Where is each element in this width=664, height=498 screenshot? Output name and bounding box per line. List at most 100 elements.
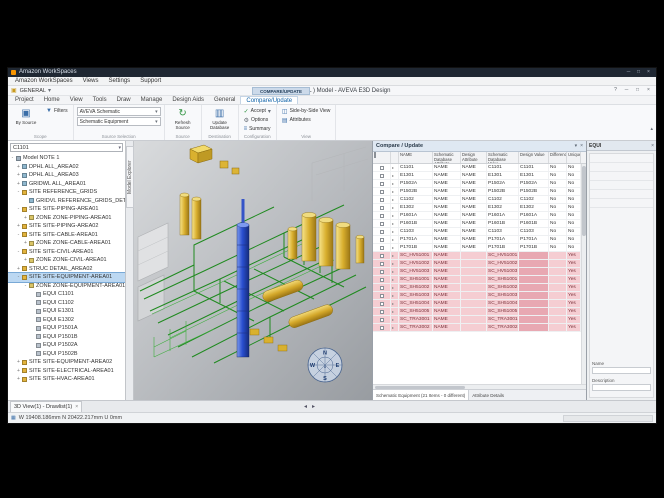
close-icon[interactable]: × bbox=[580, 143, 583, 149]
tree-item[interactable]: - ZONE ZONE-EQUIPMENT-AREA01 bbox=[8, 282, 125, 291]
row-expander-icon[interactable]: ▸ bbox=[391, 268, 399, 275]
accept-button[interactable]: ✓ Accept ▾ bbox=[242, 107, 273, 115]
tree-expand-toggle[interactable]: + bbox=[15, 181, 22, 187]
scroll-right-icon[interactable]: ▸ bbox=[312, 403, 315, 410]
ribbon-tab[interactable]: Manage bbox=[136, 96, 168, 104]
tree-item[interactable]: EQUI P1501A bbox=[8, 324, 125, 333]
row-expander-icon[interactable]: ▸ bbox=[391, 212, 399, 219]
row-expander-icon[interactable]: ▸ bbox=[391, 220, 399, 227]
compare-row[interactable]: ▸ C1103 NAME NAME C1103 C1103 No No bbox=[373, 228, 586, 236]
view-compass[interactable]: N S W E U bbox=[308, 348, 342, 382]
tree-item[interactable]: + SITE SITE-PIPING-AREA02 bbox=[8, 222, 125, 231]
column-header-unique[interactable]: Unique bbox=[567, 152, 581, 163]
tree-expand-toggle[interactable]: + bbox=[15, 223, 22, 229]
refresh-source-button[interactable]: ↻ Refresh Source bbox=[168, 107, 198, 130]
row-expander-icon[interactable]: ▸ bbox=[391, 244, 399, 251]
summary-button[interactable]: ≡ Summary bbox=[242, 125, 273, 133]
accept-all-checkbox[interactable] bbox=[374, 152, 376, 158]
compare-row[interactable]: ▸ P1601A NAME NAME P1601A P1601A No No bbox=[373, 212, 586, 220]
column-header-icon[interactable] bbox=[391, 152, 399, 163]
accept-checkbox[interactable] bbox=[380, 318, 384, 322]
accept-checkbox[interactable] bbox=[380, 182, 384, 186]
close-icon[interactable]: × bbox=[644, 68, 653, 77]
scrollbar-thumb[interactable] bbox=[582, 166, 586, 236]
tree-item[interactable]: + DPHL ALL_AREA02 bbox=[8, 163, 125, 172]
tree-item[interactable]: + STRUC DETAIL_AREA02 bbox=[8, 265, 125, 274]
row-expander-icon[interactable]: ▸ bbox=[391, 252, 399, 259]
compare-row[interactable]: ▸ E1301 NAME NAME E1301 E1301 No No bbox=[373, 172, 586, 180]
tree-item[interactable]: + SITE SITE-HVAC-AREA01 bbox=[8, 375, 125, 384]
tree-item[interactable]: - Model NOTE 1 bbox=[8, 154, 125, 163]
source-element-dropdown[interactable]: Schematic Equipment ▾ bbox=[77, 117, 161, 126]
compare-row[interactable]: ▸ E1302 NAME NAME E1302 E1302 No No bbox=[373, 204, 586, 212]
ribbon-tab[interactable]: General bbox=[209, 96, 240, 104]
field-input[interactable] bbox=[592, 367, 651, 374]
accept-checkbox[interactable] bbox=[380, 190, 384, 194]
search-input[interactable] bbox=[11, 145, 118, 151]
compare-row[interactable]: ▸ SC_HV51001 NAME SC_HV51001 Yes bbox=[373, 252, 586, 260]
scrollbar-thumb[interactable] bbox=[375, 386, 465, 389]
ribbon-tab[interactable]: Compare/Update bbox=[240, 96, 298, 104]
ribbon-tab[interactable]: Draw bbox=[112, 96, 136, 104]
menu-item[interactable]: Settings bbox=[104, 77, 136, 86]
tree-expand-toggle[interactable]: - bbox=[15, 206, 22, 212]
compare-row[interactable]: ▸ P1601B NAME NAME P1601B P1601B No No bbox=[373, 220, 586, 228]
column-header-design-attr[interactable]: Design Attribute bbox=[461, 152, 487, 163]
accept-checkbox[interactable] bbox=[380, 214, 384, 218]
row-expander-icon[interactable]: ▸ bbox=[391, 300, 399, 307]
accept-checkbox[interactable] bbox=[380, 198, 384, 202]
help-icon[interactable]: ? bbox=[611, 86, 620, 95]
row-expander-icon[interactable]: ▸ bbox=[391, 188, 399, 195]
tree-expand-toggle[interactable]: + bbox=[15, 164, 22, 170]
tree-expand-toggle[interactable]: - bbox=[15, 189, 22, 195]
accept-checkbox[interactable] bbox=[380, 286, 384, 290]
compare-row[interactable]: ▸ P1502A NAME NAME P1502A P1502A No No bbox=[373, 180, 586, 188]
compare-row[interactable]: ▸ SC_SH51004 NAME SC_SH51004 Yes bbox=[373, 300, 586, 308]
menu-item[interactable]: Amazon WorkSpaces bbox=[10, 77, 78, 86]
row-expander-icon[interactable]: ▸ bbox=[391, 308, 399, 315]
accept-checkbox[interactable] bbox=[380, 254, 384, 258]
tree-item[interactable]: - SITE REFERENCE_GRIDS bbox=[8, 188, 125, 197]
menu-item[interactable]: Support bbox=[135, 77, 166, 86]
tree-item[interactable]: + SITE SITE-ELECTRICAL-AREA01 bbox=[8, 367, 125, 376]
row-expander-icon[interactable]: ▸ bbox=[391, 284, 399, 291]
tree-item[interactable]: - SITE SITE-CIVIL-AREA01 bbox=[8, 248, 125, 257]
tree-item[interactable]: + SITE SITE-EQUIPMENT-AREA02 bbox=[8, 358, 125, 367]
compare-row[interactable]: ▸ SC_SH51003 NAME SC_SH51003 Yes bbox=[373, 292, 586, 300]
close-icon[interactable]: × bbox=[651, 143, 654, 149]
row-expander-icon[interactable]: ▸ bbox=[391, 180, 399, 187]
tree-item[interactable]: + ZONE ZONE-PIPING-AREA01 bbox=[8, 214, 125, 223]
ribbon-tab[interactable]: Tools bbox=[88, 96, 112, 104]
accept-checkbox[interactable] bbox=[380, 230, 384, 234]
tree-item[interactable]: EQUI E1302 bbox=[8, 316, 125, 325]
menu-item[interactable]: Views bbox=[78, 77, 104, 86]
quick-access-dropdown[interactable]: GENERAL ▾ bbox=[20, 86, 51, 96]
scroll-left-icon[interactable]: ◂ bbox=[304, 403, 307, 410]
row-expander-icon[interactable]: ▸ bbox=[391, 324, 399, 331]
tree-expand-toggle[interactable]: - bbox=[15, 274, 22, 280]
ribbon-tab[interactable]: Design Aids bbox=[167, 96, 209, 104]
accept-checkbox[interactable] bbox=[380, 278, 384, 282]
compare-row[interactable]: ▸ SC_TRA3002 NAME SC_TRA3002 Yes bbox=[373, 324, 586, 332]
maximize-icon[interactable]: □ bbox=[634, 68, 643, 77]
tree-expand-toggle[interactable]: + bbox=[22, 240, 29, 246]
minimize-icon[interactable]: ─ bbox=[624, 68, 633, 77]
tree-expand-toggle[interactable]: + bbox=[15, 266, 22, 272]
ribbon-tab[interactable]: View bbox=[65, 96, 88, 104]
tree-expand-toggle[interactable]: + bbox=[22, 257, 29, 263]
ribbon-collapse-icon[interactable]: ▴ bbox=[650, 126, 653, 132]
tree-expand-toggle[interactable]: + bbox=[15, 172, 22, 178]
ribbon-tab[interactable]: Project bbox=[10, 96, 39, 104]
row-expander-icon[interactable]: ▸ bbox=[391, 316, 399, 323]
tree-item[interactable]: - SITE SITE-PIPING-AREA01 bbox=[8, 205, 125, 214]
vertical-scrollbar[interactable] bbox=[581, 164, 586, 384]
accept-checkbox[interactable] bbox=[380, 166, 384, 170]
accept-checkbox[interactable] bbox=[380, 326, 384, 330]
tree-item[interactable]: GRIDVL REFERENCE_GRIDS_DETAIL bbox=[8, 197, 125, 206]
tab-attribute-details[interactable]: Attribute Details bbox=[469, 390, 507, 400]
row-expander-icon[interactable]: ▸ bbox=[391, 196, 399, 203]
tree-item[interactable]: EQUI P1501B bbox=[8, 333, 125, 342]
source-type-dropdown[interactable]: AVEVA Schematic ▾ bbox=[77, 107, 161, 116]
row-expander-icon[interactable]: ▸ bbox=[391, 164, 399, 171]
compare-row[interactable]: ▸ P1701B NAME NAME P1701B P1701B No No bbox=[373, 244, 586, 252]
